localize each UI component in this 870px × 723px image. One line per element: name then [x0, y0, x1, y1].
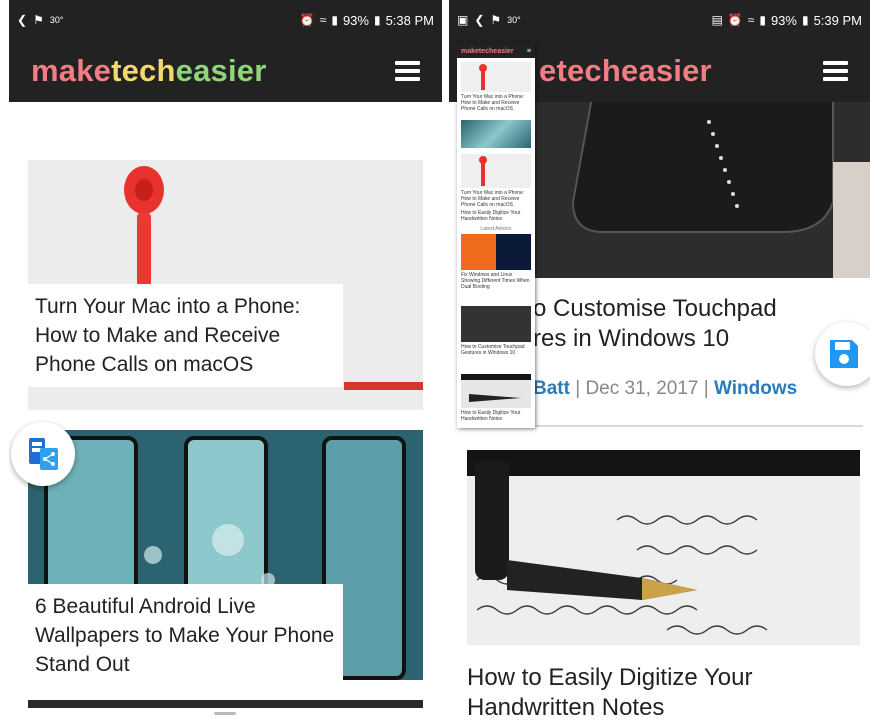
article-title-box: Turn Your Mac into a Phone: How to Make …: [28, 284, 343, 387]
preview-title[interactable]: Turn Your Mac into a Phone: How to Make …: [461, 94, 531, 112]
clock-time: 5:38 PM: [385, 12, 434, 28]
article-title[interactable]: Turn Your Mac into a Phone: How to Make …: [35, 292, 335, 379]
wifi-icon: ≈: [319, 13, 327, 27]
article-title[interactable]: 6 Beautiful Android Live Wallpapers to M…: [35, 592, 335, 679]
flag-icon: ⚑: [490, 13, 502, 27]
preview-title[interactable]: Turn Your Mac into a Phone: How to Make …: [461, 190, 531, 208]
status-bar: ❮ ⚑ 30° ⏰ ≈ ▮ 93% ▮ 5:38 PM: [9, 0, 442, 40]
preview-title[interactable]: How to Customise Touchpad Gestures in Wi…: [461, 344, 531, 356]
signal-icon: ▮: [759, 13, 766, 27]
battery-icon: ▮: [373, 13, 381, 27]
publish-date: Dec 31, 2017: [585, 378, 699, 399]
next-article-edge: [28, 700, 423, 708]
battery-icon: ▮: [801, 13, 809, 27]
temperature-text: 30°: [49, 15, 64, 25]
page-preview-panel[interactable]: maketecheasier ≡ Turn Your Mac into a Ph…: [457, 44, 535, 428]
screenshot-icon: ▣: [457, 13, 469, 27]
battery-percent: 93%: [342, 12, 369, 28]
preview-thumbnail: [461, 120, 531, 148]
article-meta: Batt | Dec 31, 2017 | Windows: [533, 378, 798, 399]
article-title-box: 6 Beautiful Android Live Wallpapers to M…: [28, 584, 343, 687]
nfc-icon: ▤: [711, 13, 723, 27]
author-link[interactable]: Batt: [533, 378, 570, 399]
scroll-handle[interactable]: [214, 712, 236, 715]
signal-icon: ▮: [331, 13, 338, 27]
menu-icon[interactable]: [823, 61, 848, 81]
right-phone-screen: ▣ ❮ ⚑ 30° ▤ ⏰ ≈ ▮ 93% ▮ 5:39 PM etecheas…: [449, 0, 870, 723]
left-phone-screen: ❮ ⚑ 30° ⏰ ≈ ▮ 93% ▮ 5:38 PM maketecheasi…: [9, 0, 442, 723]
preview-thumbnail: [461, 234, 531, 270]
section-heading: Latest Articles: [480, 226, 512, 232]
close-icon[interactable]: ≡: [527, 48, 531, 55]
preview-thumbnail: [461, 154, 531, 188]
menu-icon[interactable]: [395, 61, 420, 81]
site-logo[interactable]: etecheasier: [539, 53, 712, 89]
article-card[interactable]: 6 Beautiful Android Live Wallpapers to M…: [28, 430, 423, 687]
battery-percent: 93%: [770, 12, 797, 28]
preview-thumbnail: [461, 62, 531, 92]
article-title[interactable]: o Customise Touchpad res in Windows 10: [533, 294, 863, 354]
flag-icon: ⚑: [33, 13, 44, 27]
alarm-icon: ⏰: [727, 13, 743, 27]
preview-title[interactable]: How to Easily Digitize Your Handwritten …: [461, 410, 531, 422]
wifi-icon: ≈: [747, 13, 755, 27]
share-tabs-icon[interactable]: [11, 422, 75, 486]
site-logo[interactable]: maketecheasier: [31, 53, 266, 89]
status-bar: ▣ ❮ ⚑ 30° ▤ ⏰ ≈ ▮ 93% ▮ 5:39 PM: [449, 0, 870, 40]
panel-header: maketecheasier ≡: [457, 44, 535, 58]
article-title[interactable]: How to Easily Digitize Your Handwritten …: [467, 663, 857, 723]
article-thumbnail: [467, 450, 860, 645]
clock-time: 5:39 PM: [813, 12, 862, 28]
preview-title[interactable]: How to Easily Digitize Your Handwritten …: [461, 210, 531, 222]
preview-thumbnail: [461, 306, 531, 342]
back-arrow-icon: ❮: [17, 13, 28, 27]
temperature-text: 30°: [507, 15, 521, 25]
preview-title[interactable]: Fix Windows and Linux Showing Different …: [461, 272, 531, 290]
alarm-icon: ⏰: [299, 13, 315, 27]
category-link[interactable]: Windows: [714, 378, 797, 399]
article-card[interactable]: Turn Your Mac into a Phone: How to Make …: [28, 160, 423, 410]
article-hero-image: [533, 102, 870, 278]
save-icon[interactable]: [815, 322, 870, 386]
site-header: maketecheasier: [9, 40, 442, 102]
back-arrow-icon: ❮: [474, 13, 485, 27]
preview-thumbnail: [461, 374, 531, 408]
divider: [533, 425, 863, 427]
